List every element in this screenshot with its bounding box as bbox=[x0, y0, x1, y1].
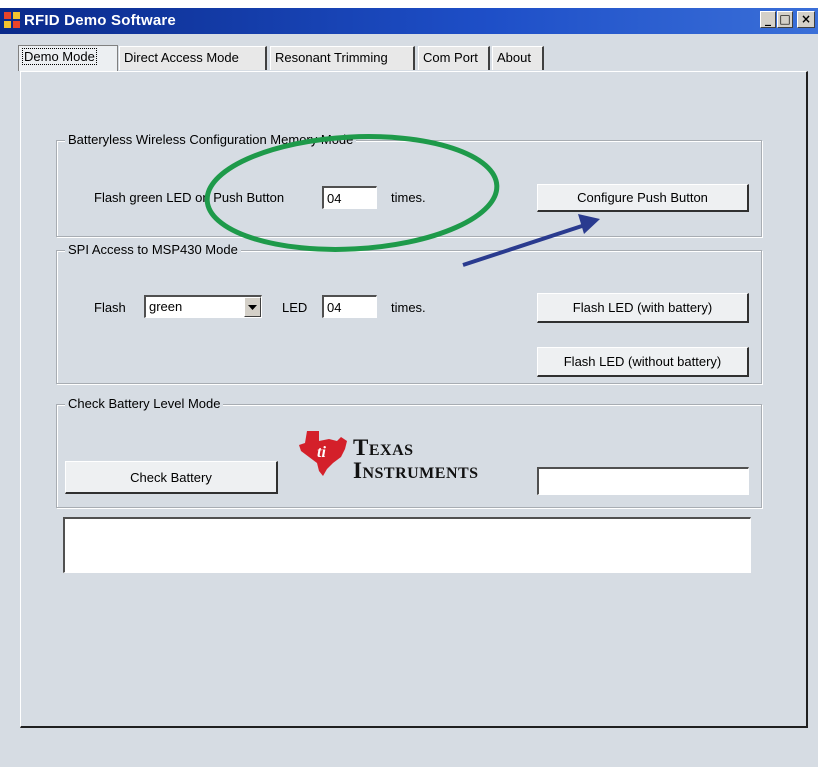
spi-times-label: times. bbox=[391, 300, 426, 315]
status-output-box[interactable] bbox=[63, 517, 751, 573]
spi-count-input[interactable] bbox=[322, 295, 377, 318]
spi-flash-label: Flash bbox=[94, 300, 126, 315]
tab-com-port[interactable]: Com Port bbox=[418, 46, 490, 70]
svg-text:ti: ti bbox=[317, 444, 326, 461]
demo-mode-panel: Batteryless Wireless Configuration Memor… bbox=[20, 71, 808, 728]
batteryless-group: Batteryless Wireless Configuration Memor… bbox=[56, 132, 762, 237]
batteryless-legend: Batteryless Wireless Configuration Memor… bbox=[65, 132, 357, 147]
chevron-down-icon bbox=[248, 305, 257, 310]
battery-legend: Check Battery Level Mode bbox=[65, 396, 224, 411]
push-button-count-input[interactable] bbox=[322, 186, 377, 209]
led-color-select[interactable]: green bbox=[144, 295, 262, 318]
flash-led-with-battery-button[interactable]: Flash LED (with battery) bbox=[537, 293, 749, 323]
tab-demo-mode[interactable]: Demo Mode bbox=[18, 45, 118, 71]
flash-led-without-battery-button[interactable]: Flash LED (without battery) bbox=[537, 347, 749, 377]
dropdown-arrow-button[interactable] bbox=[244, 297, 261, 317]
maximize-icon: □ bbox=[779, 12, 791, 26]
flash-green-label: Flash green LED on Push Button bbox=[94, 190, 285, 205]
led-color-value: green bbox=[149, 299, 183, 314]
top-strip bbox=[0, 0, 818, 8]
spi-access-group: SPI Access to MSP430 Mode Flash green LE… bbox=[56, 242, 762, 384]
maximize-button[interactable]: □ bbox=[777, 11, 793, 28]
minimize-button[interactable]: _ bbox=[760, 11, 776, 28]
check-battery-button[interactable]: Check Battery bbox=[65, 461, 278, 494]
app-icon bbox=[4, 12, 20, 28]
spi-led-label: LED bbox=[282, 300, 308, 315]
title-bar[interactable]: RFID Demo Software _ □ × bbox=[0, 8, 818, 34]
close-icon: × bbox=[800, 12, 812, 26]
close-button[interactable]: × bbox=[797, 11, 815, 28]
tab-direct-access-mode[interactable]: Direct Access Mode bbox=[119, 46, 267, 70]
logo-text-line2: Instruments bbox=[353, 458, 479, 483]
spi-legend: SPI Access to MSP430 Mode bbox=[65, 242, 241, 257]
batteryless-times-label: times. bbox=[391, 190, 426, 205]
tab-resonant-trimming[interactable]: Resonant Trimming bbox=[270, 46, 415, 70]
configure-push-button[interactable]: Configure Push Button bbox=[537, 184, 749, 212]
minimize-icon: _ bbox=[765, 12, 771, 26]
texas-instruments-logo-icon: ti bbox=[299, 431, 347, 476]
tab-about[interactable]: About bbox=[492, 46, 544, 70]
battery-level-group: Check Battery Level Mode Check Battery t… bbox=[56, 396, 762, 508]
window-title: RFID Demo Software bbox=[24, 12, 176, 29]
battery-level-output[interactable] bbox=[537, 467, 749, 495]
